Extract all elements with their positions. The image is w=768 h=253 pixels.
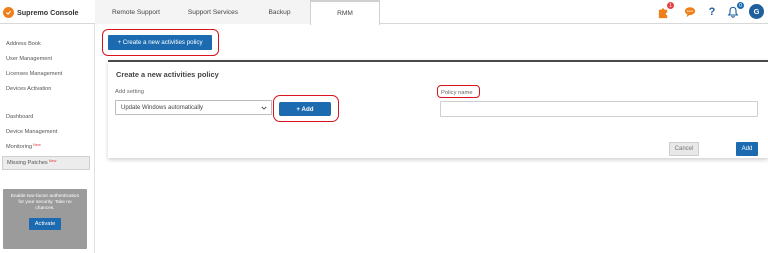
extensions-button[interactable]: 1	[656, 2, 674, 19]
sidebar-item-label: Dashboard	[6, 114, 34, 120]
notifications-button[interactable]: 0	[726, 2, 744, 19]
policy-name-input[interactable]	[440, 101, 758, 117]
sidebar-item-devices-activation[interactable]: Devices Activation	[0, 82, 94, 96]
tab-backup[interactable]: Backup	[249, 0, 310, 24]
setting-select-value: Update Windows automatically	[121, 104, 204, 111]
sidebar-item-label: Missing Patches	[7, 160, 48, 166]
sidebar-item-device-management[interactable]: Device Management	[0, 125, 94, 139]
sidebar-item-missing-patches[interactable]: Missing Patches New	[2, 156, 90, 170]
create-policy-button[interactable]: + Create a new activities policy	[108, 35, 212, 50]
sidebar-item-monitoring[interactable]: Monitoring New	[0, 140, 94, 154]
sidebar-item-address-book[interactable]: Address Book	[0, 37, 94, 51]
cancel-button[interactable]: Cancel	[669, 142, 699, 156]
panel-title: Create a new activities policy	[116, 70, 219, 79]
tab-rmm[interactable]: RMM	[310, 0, 380, 25]
avatar[interactable]: G	[749, 4, 764, 19]
add-setting-label: Add setting	[115, 89, 145, 95]
add-setting-button[interactable]: + Add	[279, 102, 331, 116]
tab-remote-support[interactable]: Remote Support	[95, 0, 177, 24]
tab-support-services[interactable]: Support Services	[177, 0, 249, 24]
create-policy-panel: Create a new activities policy Add setti…	[108, 60, 768, 158]
new-tag: New	[48, 159, 57, 163]
sidebar-item-user-management[interactable]: User Management	[0, 52, 94, 66]
app-name: Supremo Console	[17, 7, 79, 17]
sidebar-item-label: User Management	[6, 56, 53, 62]
policy-name-label: Policy name	[441, 90, 473, 96]
sidebar-item-dashboard[interactable]: Dashboard	[0, 110, 94, 124]
sidebar: Address Book User Management Licenses Ma…	[0, 24, 95, 253]
chat-button[interactable]	[683, 5, 697, 19]
new-tag: New	[33, 143, 41, 147]
sidebar-item-label: Monitoring	[6, 144, 33, 150]
sidebar-item-licenses-management[interactable]: Licenses Management	[0, 67, 94, 81]
extensions-badge: 1	[667, 2, 674, 9]
two-factor-promo: Enable two-factor authentication for you…	[3, 189, 87, 249]
notifications-badge: 0	[737, 2, 744, 9]
sidebar-item-label: Licenses Management	[6, 71, 63, 77]
chevron-down-icon	[261, 106, 267, 110]
supremo-logo-icon	[3, 6, 14, 18]
chat-icon	[684, 7, 696, 18]
top-bar: Supremo Console Remote Support Support S…	[0, 0, 768, 25]
brand[interactable]: Supremo Console	[0, 0, 95, 24]
activate-button[interactable]: Activate	[28, 218, 62, 230]
sidebar-item-label: Address Book	[6, 41, 41, 47]
add-button[interactable]: Add	[736, 142, 758, 156]
promo-text: Enable two-factor authentication for you…	[10, 194, 80, 211]
sidebar-item-label: Device Management	[6, 129, 58, 135]
help-icon[interactable]: ?	[705, 5, 719, 19]
setting-select[interactable]: Update Windows automatically	[115, 100, 272, 115]
sidebar-item-label: Devices Activation	[6, 86, 52, 92]
